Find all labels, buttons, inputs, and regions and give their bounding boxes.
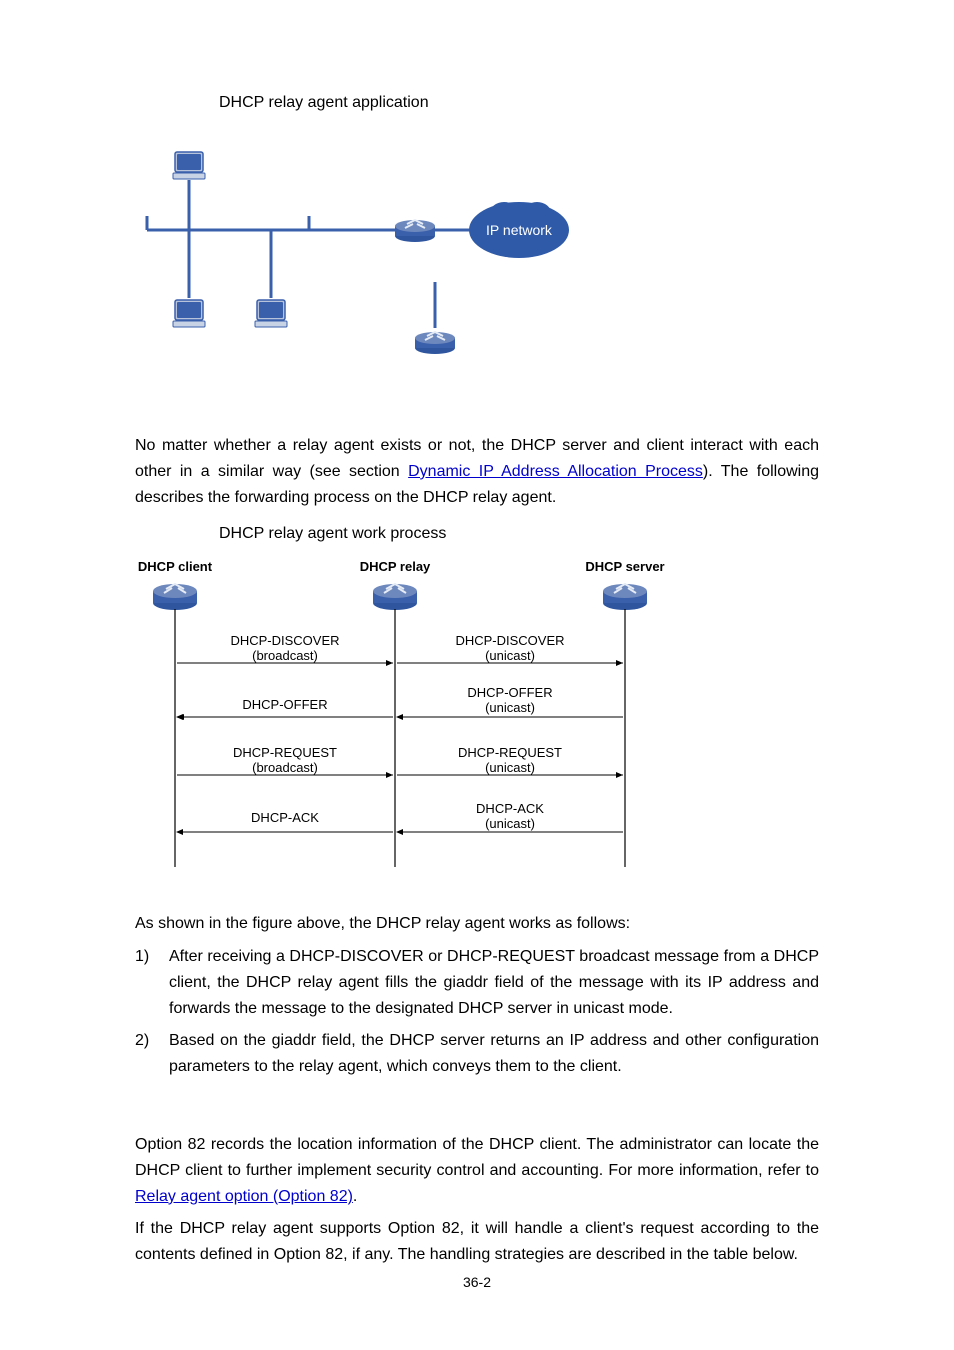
col-header-client: DHCP client xyxy=(138,559,213,574)
svg-text:(unicast): (unicast) xyxy=(485,816,535,831)
paragraph-opt82-2: If the DHCP relay agent supports Option … xyxy=(135,1216,819,1268)
list-item: 1) After receiving a DHCP-DISCOVER or DH… xyxy=(135,944,819,1022)
svg-text:DHCP-REQUEST: DHCP-REQUEST xyxy=(458,745,562,760)
paragraph-intro: No matter whether a relay agent exists o… xyxy=(135,433,819,511)
router-icon xyxy=(603,584,647,610)
pc-icon xyxy=(173,152,205,179)
svg-text:DHCP-OFFER: DHCP-OFFER xyxy=(242,697,327,712)
router-icon xyxy=(395,220,435,242)
link-dynamic-ip-alloc[interactable]: Dynamic IP Address Allocation Process xyxy=(408,463,703,480)
svg-text:DHCP-REQUEST: DHCP-REQUEST xyxy=(233,745,337,760)
cloud-ip-network: IP network xyxy=(469,202,569,258)
col-header-relay: DHCP relay xyxy=(360,559,431,574)
cloud-label: IP network xyxy=(486,222,553,238)
ordered-list: 1) After receiving a DHCP-DISCOVER or DH… xyxy=(135,944,819,1080)
col-header-server: DHCP server xyxy=(585,559,664,574)
list-marker: 2) xyxy=(135,1028,169,1080)
svg-text:(broadcast): (broadcast) xyxy=(252,760,318,775)
svg-text:DHCP-ACK: DHCP-ACK xyxy=(476,801,544,816)
router-icon xyxy=(415,332,455,354)
paragraph-opt82-1: Option 82 records the location informati… xyxy=(135,1132,819,1210)
list-item: 2) Based on the giaddr field, the DHCP s… xyxy=(135,1028,819,1080)
pc-icon xyxy=(173,300,205,327)
text-fragment: Option 82 records the location informati… xyxy=(135,1136,819,1179)
text-fragment: . xyxy=(353,1188,357,1205)
figure-2-caption: DHCP relay agent work process xyxy=(135,521,819,547)
svg-text:(broadcast): (broadcast) xyxy=(252,648,318,663)
router-icon xyxy=(153,584,197,610)
svg-text:DHCP-DISCOVER: DHCP-DISCOVER xyxy=(230,633,339,648)
page-number: 36-2 xyxy=(0,1274,954,1290)
svg-text:DHCP-ACK: DHCP-ACK xyxy=(251,810,319,825)
list-text: After receiving a DHCP-DISCOVER or DHCP-… xyxy=(169,944,819,1022)
svg-text:DHCP-OFFER: DHCP-OFFER xyxy=(467,685,552,700)
svg-text:DHCP-DISCOVER: DHCP-DISCOVER xyxy=(455,633,564,648)
list-text: Based on the giaddr field, the DHCP serv… xyxy=(169,1028,819,1080)
pc-icon xyxy=(255,300,287,327)
router-icon xyxy=(373,584,417,610)
list-marker: 1) xyxy=(135,944,169,1022)
figure-1-diagram: IP network xyxy=(139,138,679,393)
svg-text:(unicast): (unicast) xyxy=(485,648,535,663)
figure-1-caption: DHCP relay agent application xyxy=(135,90,819,116)
svg-text:(unicast): (unicast) xyxy=(485,700,535,715)
svg-text:(unicast): (unicast) xyxy=(485,760,535,775)
link-relay-agent-option82[interactable]: Relay agent option (Option 82) xyxy=(135,1188,353,1205)
paragraph-as-shown: As shown in the figure above, the DHCP r… xyxy=(135,911,819,937)
figure-2-diagram: DHCP client DHCP relay DHCP server DHCP-… xyxy=(135,557,673,875)
